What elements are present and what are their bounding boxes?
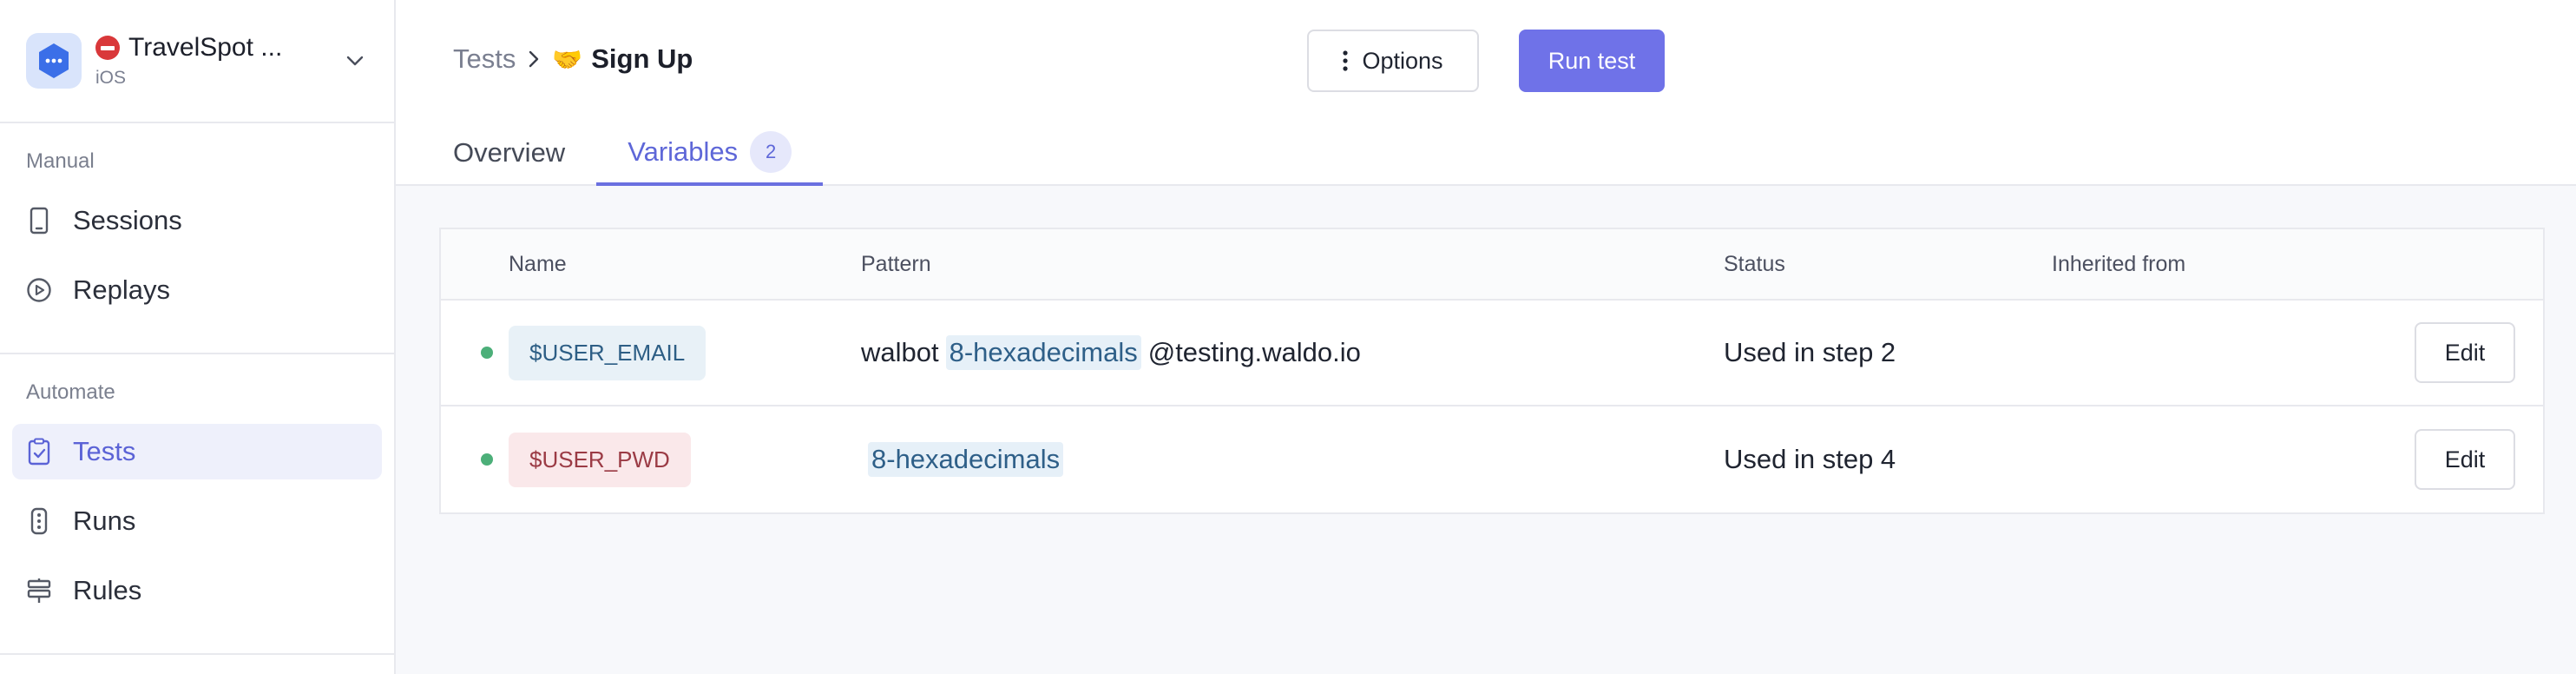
table-row: $USER_PWD 8-hexadecimals Used in step 4 … bbox=[441, 406, 2543, 512]
sidebar-item-runs[interactable]: Runs bbox=[12, 493, 382, 549]
sidebar-section-automate: Automate Tests Runs Rules bbox=[0, 354, 394, 655]
status-dot-cell bbox=[441, 453, 509, 466]
tab-bar: Overview Variables 2 bbox=[422, 122, 824, 186]
edit-button[interactable]: Edit bbox=[2415, 322, 2515, 383]
app-platform: iOS bbox=[95, 68, 127, 88]
name-cell: $USER_PWD bbox=[509, 432, 861, 487]
app-name-label: TravelSpot ... bbox=[128, 33, 283, 62]
sidebar-item-label: Rules bbox=[73, 575, 142, 605]
action-cell: Edit bbox=[2413, 322, 2543, 383]
kebab-menu-icon bbox=[1343, 50, 1349, 71]
page-title: 🤝 Sign Up bbox=[552, 43, 693, 75]
sidebar-section-manual: Manual Sessions Replays bbox=[0, 123, 394, 354]
column-header-name: Name bbox=[509, 251, 567, 276]
page-title-text: Sign Up bbox=[591, 43, 693, 74]
breadcrumb-parent-link[interactable]: Tests bbox=[453, 43, 516, 75]
app-meta: TravelSpot ... iOS bbox=[95, 33, 342, 89]
pattern-tag: 8-hexadecimals bbox=[868, 442, 1064, 477]
tab-label: Overview bbox=[453, 137, 566, 168]
pattern-suffix: @testing.waldo.io bbox=[1147, 337, 1361, 367]
column-header-pattern: Pattern bbox=[861, 251, 931, 276]
sidebar-item-sessions[interactable]: Sessions bbox=[12, 193, 382, 248]
sidebar-item-label: Tests bbox=[73, 436, 136, 466]
app-logo-icon bbox=[26, 33, 82, 89]
tab-count-badge: 2 bbox=[750, 131, 792, 173]
chevron-down-icon[interactable] bbox=[342, 48, 368, 74]
options-button-label: Options bbox=[1362, 47, 1443, 74]
edit-button[interactable]: Edit bbox=[2415, 429, 2515, 490]
sidebar: TravelSpot ... iOS Manual Sessions Repla… bbox=[0, 0, 396, 674]
run-test-button[interactable]: Run test bbox=[1519, 30, 1665, 92]
sidebar-item-replays[interactable]: Replays bbox=[12, 262, 382, 318]
app-name: TravelSpot ... bbox=[95, 33, 342, 63]
column-header-inherited: Inherited from bbox=[2052, 251, 2186, 276]
app-switcher[interactable]: TravelSpot ... iOS bbox=[0, 0, 394, 123]
pattern-cell: walbot 8-hexadecimals @testing.waldo.io bbox=[861, 335, 1724, 370]
sidebar-item-label: Sessions bbox=[73, 205, 182, 235]
play-circle-icon bbox=[26, 277, 52, 303]
traffic-light-icon bbox=[26, 507, 52, 535]
name-cell: $USER_EMAIL bbox=[509, 325, 861, 380]
no-entry-icon bbox=[95, 36, 120, 60]
status-cell: Used in step 2 bbox=[1724, 337, 1896, 367]
section-title-manual: Manual bbox=[26, 149, 95, 173]
chevron-right-icon bbox=[528, 50, 540, 69]
column-header-status: Status bbox=[1724, 251, 1785, 276]
status-dot bbox=[481, 453, 493, 466]
pattern-tag: 8-hexadecimals bbox=[945, 335, 1141, 370]
main-content: Tests 🤝 Sign Up Options Run test Overvie… bbox=[396, 0, 2576, 674]
status-dot-cell bbox=[441, 347, 509, 359]
pattern-prefix: walbot bbox=[861, 337, 939, 367]
sidebar-item-label: Runs bbox=[73, 506, 136, 536]
tab-label: Variables bbox=[628, 136, 739, 167]
sidebar-item-rules[interactable]: Rules bbox=[12, 563, 382, 618]
clipboard-check-icon bbox=[26, 438, 52, 466]
sidebar-item-label: Replays bbox=[73, 274, 170, 305]
status-cell: Used in step 4 bbox=[1724, 444, 1896, 474]
page-header: Tests 🤝 Sign Up Options Run test Overvie… bbox=[396, 0, 2576, 186]
variables-table: Name Pattern Status Inherited from $USER… bbox=[439, 228, 2545, 514]
pattern-cell: 8-hexadecimals bbox=[861, 442, 1724, 477]
variable-chip: $USER_PWD bbox=[509, 432, 691, 487]
signpost-icon bbox=[26, 578, 52, 604]
action-cell: Edit bbox=[2413, 429, 2543, 490]
phone-icon bbox=[26, 207, 52, 235]
handshake-icon: 🤝 bbox=[552, 45, 583, 73]
table-header: Name Pattern Status Inherited from bbox=[441, 229, 2543, 301]
section-title-automate: Automate bbox=[26, 380, 115, 404]
tab-variables[interactable]: Variables 2 bbox=[596, 122, 824, 186]
app-root: TravelSpot ... iOS Manual Sessions Repla… bbox=[0, 0, 2576, 674]
sidebar-item-tests[interactable]: Tests bbox=[12, 424, 382, 479]
variable-chip: $USER_EMAIL bbox=[509, 325, 706, 380]
options-button[interactable]: Options bbox=[1307, 30, 1479, 92]
breadcrumb: Tests 🤝 Sign Up bbox=[453, 43, 693, 75]
status-dot bbox=[481, 347, 493, 359]
table-row: $USER_EMAIL walbot 8-hexadecimals @testi… bbox=[441, 301, 2543, 406]
tab-overview[interactable]: Overview bbox=[422, 122, 596, 184]
